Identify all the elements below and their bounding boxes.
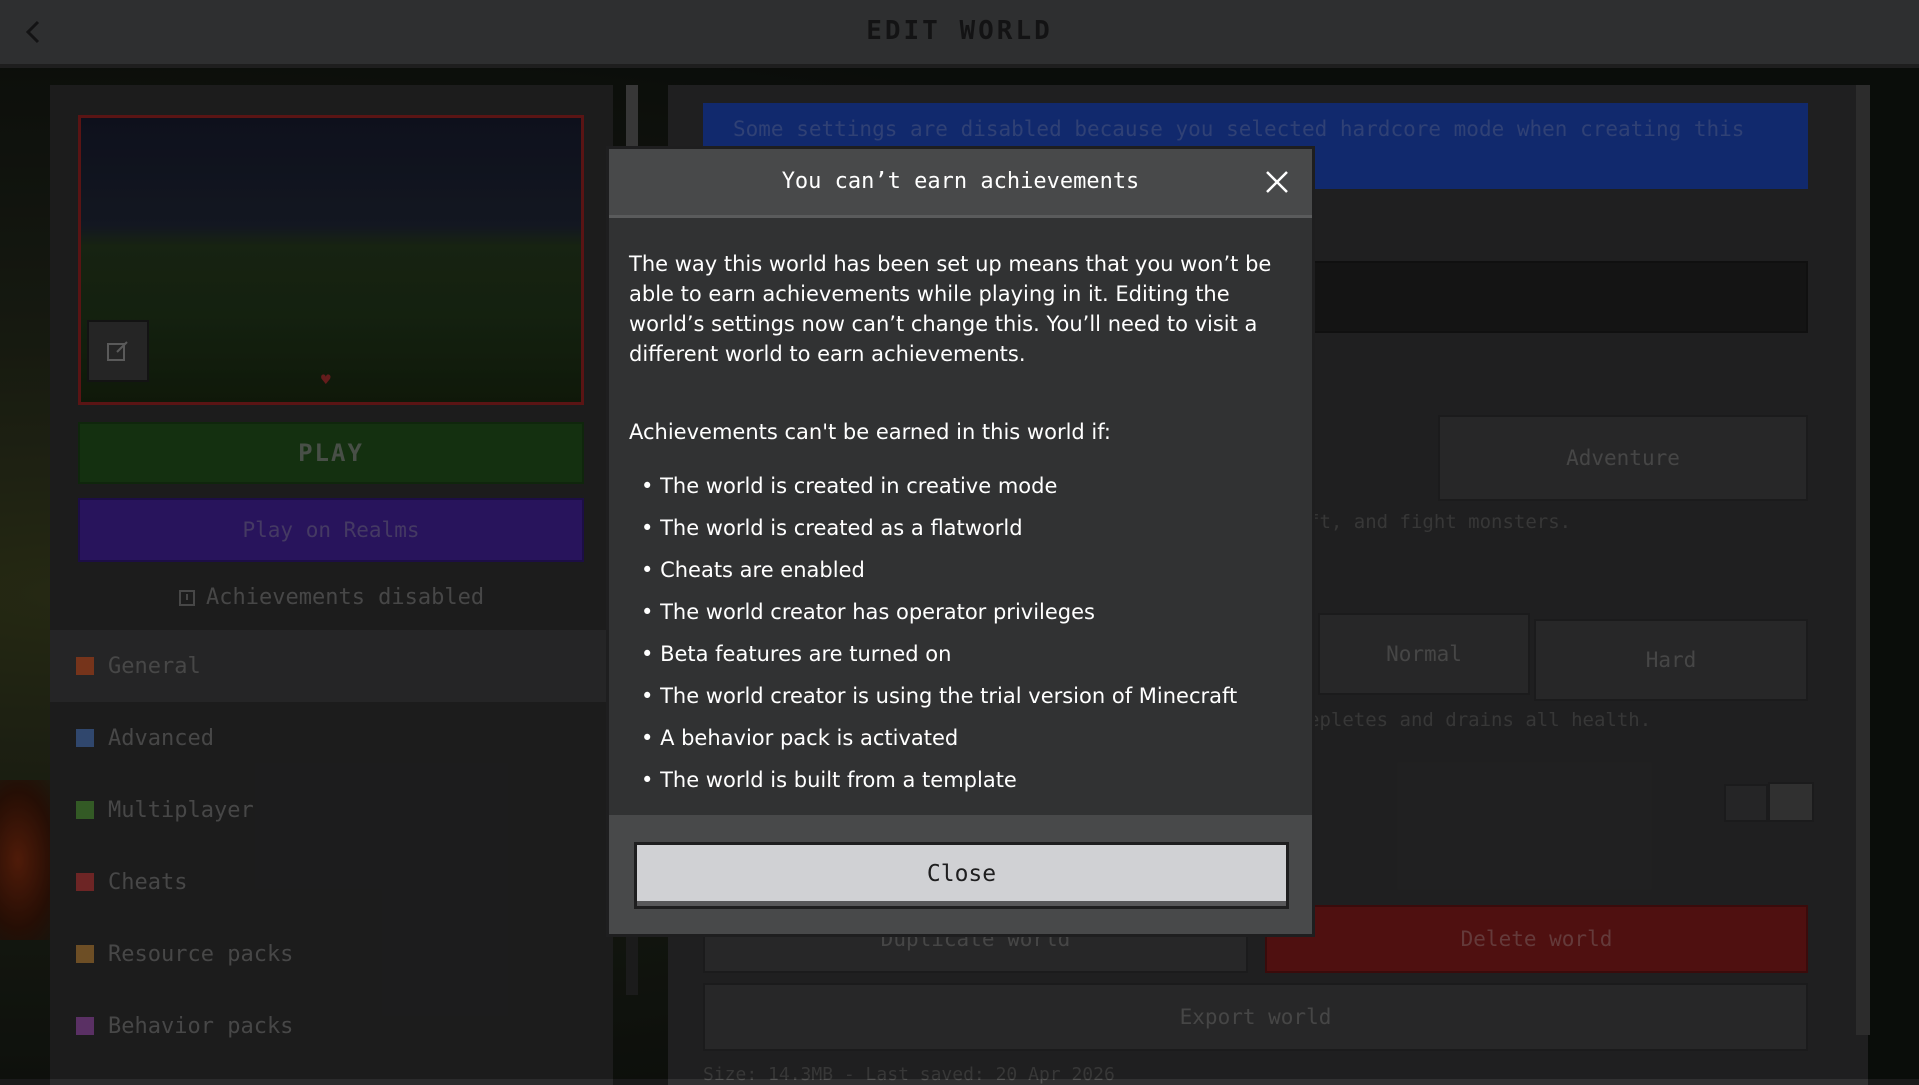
achievements-modal: You can’t earn achievements The way this… bbox=[606, 146, 1315, 937]
list-item-text: The world creator has operator privilege… bbox=[660, 600, 1095, 624]
list-item: • Beta features are turned on bbox=[641, 642, 952, 666]
conditions-list: • The world is created in creative mode … bbox=[641, 471, 1237, 807]
modal-header: You can’t earn achievements bbox=[609, 149, 1312, 218]
list-item: • The world creator has operator privile… bbox=[641, 600, 1095, 624]
list-item: • The world is created in creative mode bbox=[641, 474, 1058, 498]
modal-footer: Close bbox=[609, 815, 1312, 934]
modal-body: The way this world has been set up means… bbox=[629, 249, 1289, 792]
list-item-text: The world creator is using the trial ver… bbox=[660, 684, 1238, 708]
list-item: • Cheats are enabled bbox=[641, 558, 865, 582]
list-item: • The world is built from a template bbox=[641, 768, 1017, 792]
list-item: • The world creator is using the trial v… bbox=[641, 684, 1238, 708]
close-icon bbox=[1266, 171, 1288, 193]
list-item: • The world is created as a flatworld bbox=[641, 516, 1023, 540]
modal-close-button[interactable] bbox=[1262, 167, 1292, 197]
list-item-text: Cheats are enabled bbox=[660, 558, 865, 582]
list-item-text: A behavior pack is activated bbox=[660, 726, 959, 750]
list-item-text: The world is created in creative mode bbox=[660, 474, 1058, 498]
modal-description: The way this world has been set up means… bbox=[629, 252, 1272, 366]
list-item-text: The world is built from a template bbox=[660, 768, 1017, 792]
modal-subheading: Achievements can't be earned in this wor… bbox=[629, 420, 1111, 444]
list-item: • A behavior pack is activated bbox=[641, 726, 959, 750]
modal-title: You can’t earn achievements bbox=[781, 169, 1140, 194]
list-item-text: Beta features are turned on bbox=[660, 642, 952, 666]
close-button[interactable]: Close bbox=[634, 842, 1289, 909]
list-item-text: The world is created as a flatworld bbox=[660, 516, 1023, 540]
